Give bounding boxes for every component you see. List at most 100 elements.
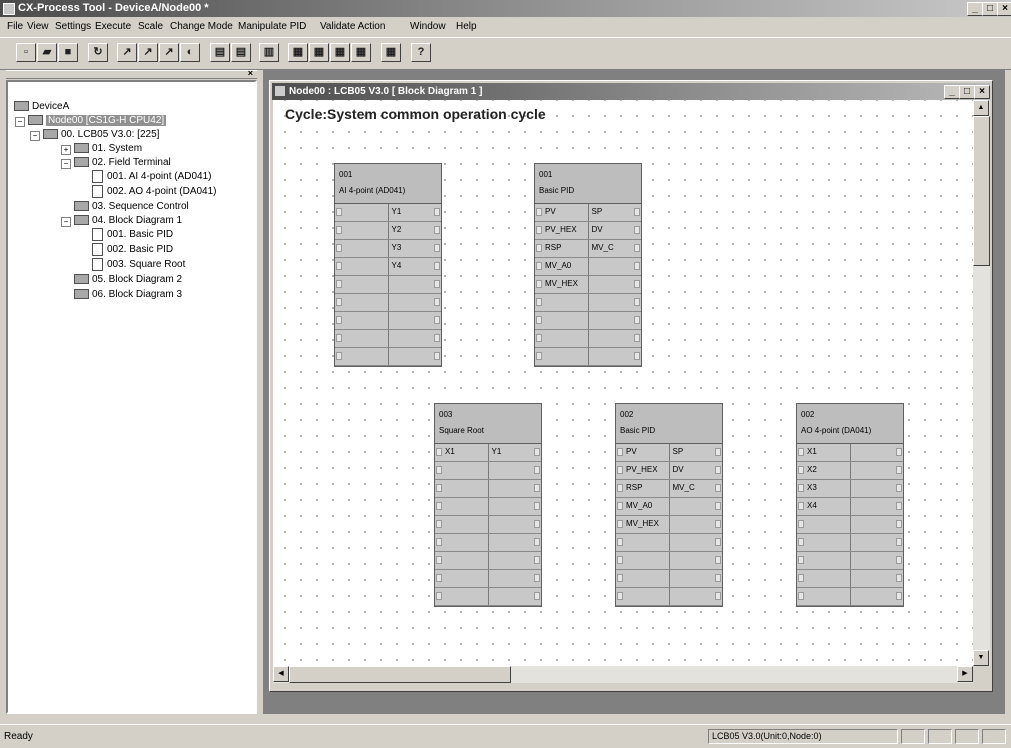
input-port[interactable]: [535, 294, 589, 311]
tree-item-sequence-control[interactable]: 03. Sequence Control: [74, 200, 189, 214]
monitor-icon[interactable]: ◐: [180, 43, 200, 62]
input-port[interactable]: MV_A0: [616, 498, 670, 515]
output-port[interactable]: [670, 534, 723, 551]
tree-item-ai4[interactable]: 001. AI 4-point (AD041): [92, 170, 212, 184]
tree-item-block-diagram-3[interactable]: 06. Block Diagram 3: [74, 288, 182, 302]
layout-4-icon[interactable]: ▦: [351, 43, 371, 62]
input-port[interactable]: [616, 552, 670, 569]
input-port[interactable]: [335, 204, 389, 221]
output-port[interactable]: [851, 534, 904, 551]
output-port[interactable]: [589, 276, 642, 293]
close-icon[interactable]: ×: [248, 68, 253, 78]
output-port[interactable]: Y3: [389, 240, 442, 257]
layout-3-icon[interactable]: ▦: [330, 43, 350, 62]
function-block[interactable]: 003 Square Root X1 Y1: [434, 403, 542, 607]
horizontal-scroll-thumb[interactable]: [289, 666, 511, 683]
connect-line-icon[interactable]: ↗: [117, 43, 137, 62]
input-port[interactable]: [435, 498, 489, 515]
input-port[interactable]: X1: [435, 444, 489, 461]
output-port[interactable]: [589, 348, 642, 365]
input-port[interactable]: [335, 294, 389, 311]
input-port[interactable]: [535, 348, 589, 365]
menu-execute[interactable]: Execute: [95, 21, 131, 32]
tree-item-system[interactable]: 01. System: [74, 142, 142, 156]
vertical-scroll-thumb[interactable]: [973, 116, 990, 266]
output-port[interactable]: Y2: [389, 222, 442, 239]
input-port[interactable]: MV_HEX: [616, 516, 670, 533]
input-port[interactable]: [797, 588, 851, 605]
output-port[interactable]: SP: [670, 444, 723, 461]
output-port[interactable]: [389, 348, 442, 365]
help-icon[interactable]: ?: [411, 43, 431, 62]
output-port[interactable]: [389, 312, 442, 329]
table-icon[interactable]: ▦: [381, 43, 401, 62]
menu-settings[interactable]: Settings: [55, 21, 91, 32]
tree-item-basic-pid-1[interactable]: 001. Basic PID: [92, 228, 173, 242]
output-port[interactable]: [389, 276, 442, 293]
output-port[interactable]: [851, 516, 904, 533]
output-port[interactable]: [851, 462, 904, 479]
input-port[interactable]: PV: [616, 444, 670, 461]
function-block[interactable]: 001 AI 4-point (AD041) Y1 Y2 Y3 Y4: [334, 163, 442, 367]
horizontal-scrollbar[interactable]: ◀ ▶: [273, 666, 973, 683]
download-icon[interactable]: ▤: [210, 43, 230, 62]
menu-file[interactable]: File: [7, 21, 23, 32]
tree-item-node[interactable]: Node00 [CS1G-H CPU42]: [28, 114, 167, 128]
function-block[interactable]: 002 Basic PID PV SP PV_HEX DV RSP MV_C MV_A0 MV_H…: [615, 403, 723, 607]
output-port[interactable]: [851, 552, 904, 569]
input-port[interactable]: RSP: [535, 240, 589, 257]
output-port[interactable]: [489, 462, 542, 479]
input-port[interactable]: [435, 480, 489, 497]
compare-icon[interactable]: ▥: [259, 43, 279, 62]
input-port[interactable]: [535, 330, 589, 347]
tree-item-field-terminal[interactable]: 02. Field Terminal: [74, 156, 171, 170]
output-port[interactable]: MV_C: [670, 480, 723, 497]
tree-item-block-diagram-1[interactable]: 04. Block Diagram 1: [74, 214, 182, 228]
menu-view[interactable]: View: [27, 21, 49, 32]
output-port[interactable]: [851, 588, 904, 605]
output-port[interactable]: [389, 294, 442, 311]
input-port[interactable]: [335, 258, 389, 275]
output-port[interactable]: DV: [589, 222, 642, 239]
tree-item-device[interactable]: DeviceA: [14, 100, 69, 114]
output-port[interactable]: [389, 330, 442, 347]
scroll-down-icon[interactable]: ▼: [973, 650, 989, 666]
input-port[interactable]: PV_HEX: [535, 222, 589, 239]
connect-curve-icon[interactable]: ↗: [138, 43, 158, 62]
tree-item-square-root[interactable]: 003. Square Root: [92, 258, 185, 272]
connect-step-icon[interactable]: ↗: [159, 43, 179, 62]
input-port[interactable]: [435, 570, 489, 587]
refresh-icon[interactable]: ↻: [88, 43, 108, 62]
output-port[interactable]: [851, 498, 904, 515]
new-icon[interactable]: ▫: [16, 43, 36, 62]
input-port[interactable]: [335, 330, 389, 347]
tree-item-ao4[interactable]: 002. AO 4-point (DA041): [92, 185, 217, 199]
maximize-button[interactable]: □: [982, 2, 998, 16]
input-port[interactable]: X1: [797, 444, 851, 461]
collapse-icon[interactable]: −: [30, 131, 40, 141]
input-port[interactable]: [335, 240, 389, 257]
scroll-left-icon[interactable]: ◀: [273, 666, 289, 682]
scroll-right-icon[interactable]: ▶: [957, 666, 973, 682]
output-port[interactable]: [670, 570, 723, 587]
collapse-icon[interactable]: −: [61, 159, 71, 169]
output-port[interactable]: [589, 294, 642, 311]
menu-manipulate-pid[interactable]: Manipulate PID: [238, 21, 306, 32]
output-port[interactable]: Y4: [389, 258, 442, 275]
output-port[interactable]: Y1: [389, 204, 442, 221]
output-port[interactable]: [489, 588, 542, 605]
menu-window[interactable]: Window: [410, 21, 446, 32]
scroll-up-icon[interactable]: ▲: [973, 100, 989, 116]
output-port[interactable]: [589, 312, 642, 329]
output-port[interactable]: [489, 480, 542, 497]
output-port[interactable]: [670, 552, 723, 569]
input-port[interactable]: X2: [797, 462, 851, 479]
input-port[interactable]: [797, 552, 851, 569]
output-port[interactable]: [670, 588, 723, 605]
input-port[interactable]: MV_A0: [535, 258, 589, 275]
input-port[interactable]: [435, 534, 489, 551]
input-port[interactable]: [616, 588, 670, 605]
input-port[interactable]: [435, 552, 489, 569]
input-port[interactable]: [797, 516, 851, 533]
layout-1-icon[interactable]: ▦: [288, 43, 308, 62]
